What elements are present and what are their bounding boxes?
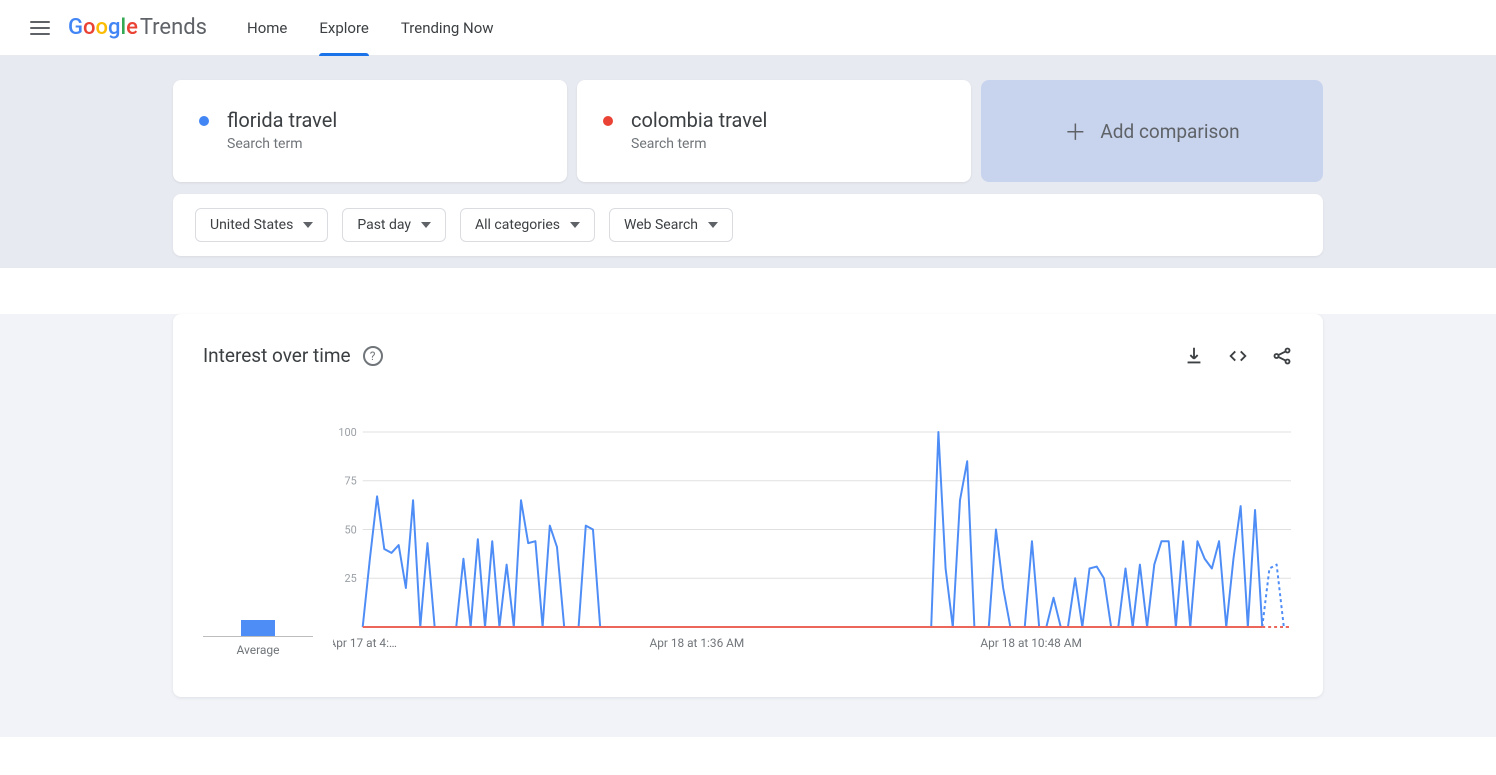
download-icon[interactable] xyxy=(1183,345,1205,367)
chevron-down-icon xyxy=(303,222,313,228)
filter-all-categories[interactable]: All categories xyxy=(460,208,595,242)
term-subtitle: Search term xyxy=(227,136,337,152)
filter-united-states[interactable]: United States xyxy=(195,208,328,242)
chevron-down-icon xyxy=(570,222,580,228)
query-area: florida travel Search term colombia trav… xyxy=(0,56,1496,268)
term-card[interactable]: florida travel Search term xyxy=(173,80,567,182)
add-comparison-label: Add comparison xyxy=(1100,120,1239,143)
share-icon[interactable] xyxy=(1271,345,1293,367)
term-title: florida travel xyxy=(227,108,337,132)
average-bar-wrap xyxy=(203,437,313,637)
average-bar xyxy=(241,620,275,636)
nav-trending-now[interactable]: Trending Now xyxy=(401,1,494,55)
filter-web-search[interactable]: Web Search xyxy=(609,208,733,242)
average-label: Average xyxy=(203,643,313,657)
average-column: Average xyxy=(203,437,313,657)
filter-label: United States xyxy=(210,217,293,233)
svg-text:100: 100 xyxy=(338,427,356,439)
plot-column: 25 50 75 100 Apr 17 at 4:… Apr 18 at 1:36 AM A… xyxy=(333,427,1293,657)
nav-home[interactable]: Home xyxy=(247,1,287,55)
series-dot-icon xyxy=(199,116,209,126)
hamburger-menu-button[interactable] xyxy=(16,4,64,52)
filter-label: All categories xyxy=(475,217,560,233)
term-title: colombia travel xyxy=(631,108,767,132)
add-comparison-button[interactable]: ＋ Add comparison xyxy=(981,80,1323,182)
menu-icon xyxy=(28,16,52,40)
chart-title: Interest over time xyxy=(203,344,351,367)
filter-label: Past day xyxy=(357,217,411,233)
help-icon[interactable]: ? xyxy=(363,346,383,366)
google-trends-logo[interactable]: Google Trends xyxy=(68,15,207,40)
svg-text:Apr 18 at 1:36 AM: Apr 18 at 1:36 AM xyxy=(649,636,744,650)
embed-icon[interactable] xyxy=(1227,345,1249,367)
filter-label: Web Search xyxy=(624,217,698,233)
filters-bar: United States Past day All categories Web S… xyxy=(173,194,1323,256)
term-subtitle: Search term xyxy=(631,136,767,152)
series-dot-icon xyxy=(603,116,613,126)
app-header: Google Trends Home Explore Trending Now xyxy=(0,0,1496,56)
top-nav: Home Explore Trending Now xyxy=(247,1,494,55)
svg-text:Apr 17 at 4:…: Apr 17 at 4:… xyxy=(333,636,397,650)
plus-icon: ＋ xyxy=(1064,115,1086,147)
google-wordmark: Google xyxy=(68,15,138,40)
interest-over-time-card: Interest over time ? Average 25507 xyxy=(173,314,1323,697)
term-card[interactable]: colombia travel Search term xyxy=(577,80,971,182)
chevron-down-icon xyxy=(708,222,718,228)
compare-terms-row: florida travel Search term colombia trav… xyxy=(173,80,1323,182)
nav-explore[interactable]: Explore xyxy=(319,1,369,55)
results-area: Interest over time ? Average 25507 xyxy=(0,314,1496,737)
chart-body: Average 25 50 75 100 Apr 17 at 4:… Apr 18 at … xyxy=(203,427,1293,657)
filter-past-day[interactable]: Past day xyxy=(342,208,446,242)
chart-header: Interest over time ? xyxy=(203,344,1293,367)
chart-actions xyxy=(1183,345,1293,367)
chevron-down-icon xyxy=(421,222,431,228)
svg-text:75: 75 xyxy=(345,475,357,488)
svg-text:Apr 18 at 10:48 AM: Apr 18 at 10:48 AM xyxy=(980,636,1081,650)
trends-wordmark: Trends xyxy=(140,15,207,40)
line-chart[interactable]: 25 50 75 100 Apr 17 at 4:… Apr 18 at 1:36 AM A… xyxy=(333,427,1293,657)
svg-text:25: 25 xyxy=(345,572,357,585)
svg-text:50: 50 xyxy=(345,523,357,536)
